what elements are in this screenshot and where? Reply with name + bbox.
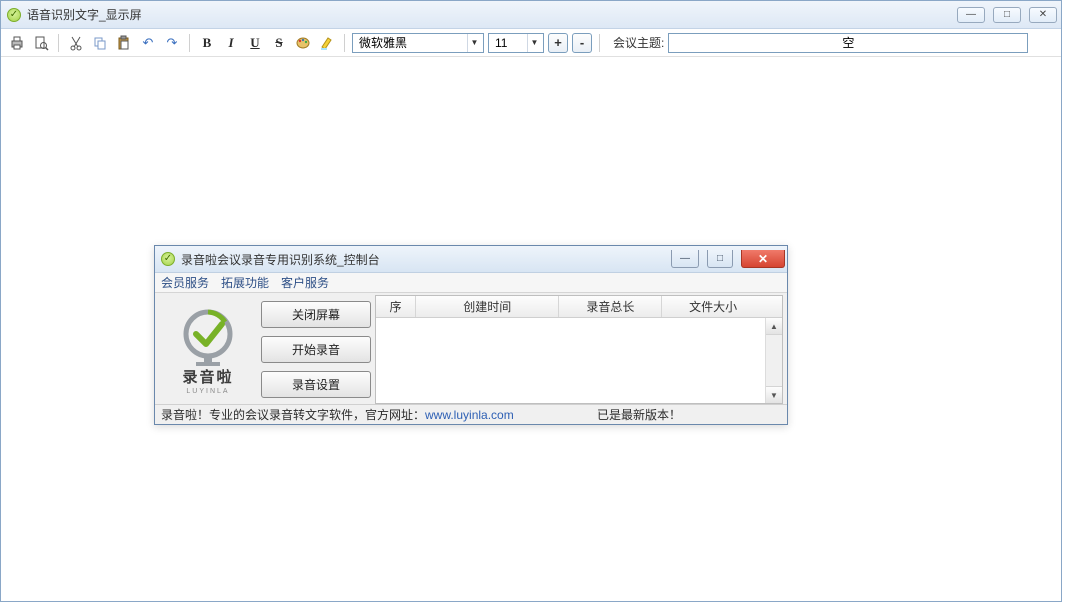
copy-icon[interactable] xyxy=(90,33,110,53)
console-maximize-button[interactable]: □ xyxy=(707,250,733,268)
logo-name: 录音啦 xyxy=(182,370,233,387)
maximize-button[interactable]: □ xyxy=(993,7,1021,23)
underline-button[interactable]: U xyxy=(245,33,265,53)
col-created-time[interactable]: 创建时间 xyxy=(416,296,559,317)
menu-member-service[interactable]: 会员服务 xyxy=(161,274,209,291)
print-icon[interactable] xyxy=(7,33,27,53)
console-close-button[interactable]: ✕ xyxy=(741,250,785,268)
table-scrollbar[interactable]: ▲ ▼ xyxy=(765,318,782,403)
meeting-topic-label: 会议主题: xyxy=(613,34,664,51)
separator xyxy=(599,34,600,52)
paste-icon[interactable] xyxy=(114,33,134,53)
console-window: ✓ 录音啦会议录音专用识别系统_控制台 — □ ✕ 会员服务 拓展功能 客户服务 xyxy=(154,245,788,425)
scroll-up-icon[interactable]: ▲ xyxy=(766,318,782,335)
col-duration[interactable]: 录音总长 xyxy=(559,296,662,317)
print-preview-icon[interactable] xyxy=(31,33,51,53)
logo-subtitle: LUYINLA xyxy=(186,388,229,395)
record-settings-button[interactable]: 录音设置 xyxy=(261,371,371,398)
close-screen-button[interactable]: 关闭屏幕 xyxy=(261,301,371,328)
separator xyxy=(189,34,190,52)
close-button[interactable]: ✕ xyxy=(1029,7,1057,23)
font-size-value: 11 xyxy=(495,36,507,50)
font-size-select[interactable]: 11 ▼ xyxy=(488,33,544,53)
main-window: ✓ 语音识别文字_显示屏 — □ ✕ ↶ ↷ B I U S xyxy=(0,0,1062,602)
console-statusbar: 录音啦！专业的会议录音转文字软件，官方网址： www.luyinla.com 已… xyxy=(155,404,787,424)
control-buttons: 关闭屏幕 开始录音 录音设置 xyxy=(261,295,371,404)
col-seq[interactable]: 序 xyxy=(376,296,416,317)
main-title: 语音识别文字_显示屏 xyxy=(27,6,142,23)
console-menubar: 会员服务 拓展功能 客户服务 xyxy=(155,273,787,293)
menu-extensions[interactable]: 拓展功能 xyxy=(221,274,269,291)
main-toolbar: ↶ ↷ B I U S 微软雅黑 ▼ 11 ▼ + - 会议主题: xyxy=(1,29,1061,57)
redo-icon[interactable]: ↷ xyxy=(162,33,182,53)
highlight-icon[interactable] xyxy=(317,33,337,53)
logo-panel: 录音啦 LUYINLA xyxy=(159,295,257,404)
console-title: 录音啦会议录音专用识别系统_控制台 xyxy=(181,251,380,268)
status-url[interactable]: www.luyinla.com xyxy=(425,408,514,422)
undo-icon[interactable]: ↶ xyxy=(138,33,158,53)
italic-button[interactable]: I xyxy=(221,33,241,53)
app-check-icon: ✓ xyxy=(161,252,175,266)
chevron-down-icon: ▼ xyxy=(527,34,541,52)
console-minimize-button[interactable]: — xyxy=(671,250,699,268)
console-body: 录音啦 LUYINLA 关闭屏幕 开始录音 录音设置 序 创建时间 录音总长 文… xyxy=(159,295,783,404)
meeting-topic-input[interactable] xyxy=(668,33,1028,53)
strikethrough-button[interactable]: S xyxy=(269,33,289,53)
bold-button[interactable]: B xyxy=(197,33,217,53)
start-record-button[interactable]: 开始录音 xyxy=(261,336,371,363)
font-family-value: 微软雅黑 xyxy=(359,34,407,51)
cut-icon[interactable] xyxy=(66,33,86,53)
font-family-select[interactable]: 微软雅黑 ▼ xyxy=(352,33,484,53)
recordings-table: 序 创建时间 录音总长 文件大小 ▲ ▼ xyxy=(375,295,783,404)
menu-customer-service[interactable]: 客户服务 xyxy=(281,274,329,291)
separator xyxy=(344,34,345,52)
scroll-down-icon[interactable]: ▼ xyxy=(766,386,782,403)
font-size-decrease-button[interactable]: - xyxy=(572,33,592,53)
minimize-button[interactable]: — xyxy=(957,7,985,23)
font-size-increase-button[interactable]: + xyxy=(548,33,568,53)
status-text: 录音啦！专业的会议录音转文字软件，官方网址： xyxy=(161,406,425,423)
main-titlebar[interactable]: ✓ 语音识别文字_显示屏 — □ ✕ xyxy=(1,1,1061,29)
table-body[interactable]: ▲ ▼ xyxy=(376,318,782,403)
table-header: 序 创建时间 录音总长 文件大小 xyxy=(376,296,782,318)
col-file-size[interactable]: 文件大小 xyxy=(662,296,764,317)
font-color-icon[interactable] xyxy=(293,33,313,53)
console-titlebar[interactable]: ✓ 录音啦会议录音专用识别系统_控制台 — □ ✕ xyxy=(155,246,787,273)
separator xyxy=(58,34,59,52)
app-logo-icon xyxy=(176,304,240,368)
status-version: 已是最新版本！ xyxy=(597,406,681,423)
chevron-down-icon: ▼ xyxy=(467,34,481,52)
app-check-icon: ✓ xyxy=(7,8,21,22)
